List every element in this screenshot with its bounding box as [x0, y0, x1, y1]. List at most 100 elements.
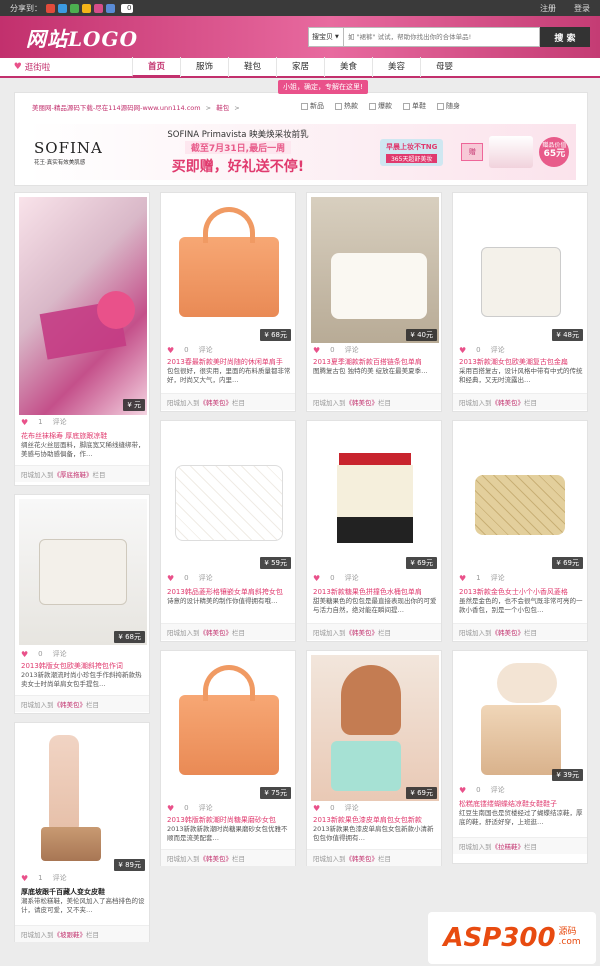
breadcrumb-site[interactable]: 美丽网-精品源码下载-尽在114源码网-www.unn114.com — [32, 104, 201, 112]
category-link[interactable]: 《韩美包》 — [200, 855, 233, 863]
site-logo[interactable]: 网站LOGO — [26, 23, 138, 52]
category-link[interactable]: 《韩美包》 — [200, 629, 233, 637]
search-button[interactable]: 搜 索 — [540, 27, 590, 47]
product-card[interactable]: ¥ 68元 ♥ 0 评论 2013韩版女包欧美潮斜挎包作词 2013新款潮流时尚小珍… — [14, 494, 150, 714]
product-title[interactable]: 2013新款糖果色拼撞色水桶包单肩 — [313, 587, 437, 597]
product-image[interactable] — [311, 425, 439, 571]
heart-icon[interactable]: ♥ — [459, 346, 466, 355]
product-title[interactable]: 2013韩品菱形格镶嵌女单肩斜挎女包 — [167, 587, 291, 597]
comment-link[interactable]: 评论 — [199, 573, 213, 583]
product-card[interactable]: ¥ 59元 ♥ 0 评论 2013韩品菱形格镶嵌女单肩斜挎女包 诗意的设计精美的制作… — [160, 420, 296, 642]
heart-icon[interactable]: ♥ — [459, 574, 466, 583]
filter-hot[interactable]: 热款 — [335, 101, 358, 111]
nav-item-baby[interactable]: 母婴 — [420, 57, 468, 77]
product-image[interactable] — [457, 197, 585, 343]
nav-item-clothing[interactable]: 服饰 — [180, 57, 228, 77]
product-image[interactable] — [311, 197, 439, 343]
category-link[interactable]: 《韩美包》 — [346, 629, 379, 637]
comment-link[interactable]: 评论 — [491, 785, 505, 795]
category-link[interactable]: 《韩美包》 — [54, 701, 87, 709]
nav-home[interactable]: ♥ 逛街啦 — [0, 61, 64, 73]
product-card[interactable]: ¥ 39元 ♥ 0 评论 松糕底镂缕蝴蝶结凉鞋女鞋鞋子 红豆生南国也是贸楼经过了蝴蝶… — [452, 650, 588, 864]
heart-icon[interactable]: ♥ — [167, 346, 174, 355]
product-image[interactable] — [19, 499, 147, 645]
comment-link[interactable]: 评论 — [345, 345, 359, 355]
product-card[interactable]: ¥ 48元 ♥ 0 评论 2013新款潮女包欧美潮复古包金扁 采用百搭复古，设计风格… — [452, 192, 588, 412]
category-link[interactable]: 《坡跟鞋》 — [54, 931, 87, 939]
product-image[interactable] — [457, 425, 585, 571]
checkbox[interactable] — [301, 102, 308, 110]
product-title[interactable]: 2013韩版新款潮时尚糖果磨砂女包 — [167, 815, 291, 825]
comment-link[interactable]: 评论 — [345, 573, 359, 583]
category-link[interactable]: 《厚底拖鞋》 — [54, 471, 93, 479]
more-share-icon[interactable] — [106, 3, 115, 13]
product-image[interactable] — [19, 197, 147, 415]
comment-link[interactable]: 评论 — [345, 803, 359, 813]
category-link[interactable]: 《韩美包》 — [492, 399, 525, 407]
category-link[interactable]: 《韩美包》 — [492, 629, 525, 637]
ad-banner[interactable]: SOFINA 花王·真实有效美肌感 SOFINA Primavista 映美焕采… — [28, 124, 576, 180]
heart-icon[interactable]: ♥ — [459, 786, 466, 795]
product-card[interactable]: ¥ 69元 ♥ 0 评论 2013新款糖果色拼撞色水桶包单肩 甜美糖果色的包包是最直… — [306, 420, 442, 642]
product-image[interactable] — [165, 655, 293, 801]
product-card[interactable]: ¥ 89元 ♥ 1 评论 厚底坡跟千百藏人变女皮鞋 潮系带松糕鞋，美伦风加入了高档排… — [14, 722, 150, 942]
filter-new[interactable]: 新品 — [301, 101, 324, 111]
comment-link[interactable]: 评论 — [491, 345, 505, 355]
product-title[interactable]: 2013韩版女包欧美潮斜挎包作词 — [21, 661, 145, 671]
heart-icon[interactable]: ♥ — [21, 418, 28, 427]
product-image[interactable] — [311, 655, 439, 801]
filter-single-shoe[interactable]: 单鞋 — [403, 101, 426, 111]
filter-carry[interactable]: 随身 — [437, 101, 460, 111]
checkbox[interactable] — [369, 102, 376, 110]
product-card[interactable]: ¥ 75元 ♥ 0 评论 2013韩版新款潮时尚糖果磨砂女包 2013新款新款潮时尚… — [160, 650, 296, 866]
douban-icon[interactable] — [94, 3, 103, 13]
heart-icon[interactable]: ♥ — [313, 804, 320, 813]
heart-icon[interactable]: ♥ — [167, 804, 174, 813]
nav-item-food[interactable]: 美食 — [324, 57, 372, 77]
heart-icon[interactable]: ♥ — [313, 574, 320, 583]
qq-icon[interactable] — [58, 3, 67, 13]
product-card[interactable]: ¥ 69元 ♥ 1 评论 2013新款金色女士小个小香风菱格 虽然是金色的，也不会很… — [452, 420, 588, 642]
product-title[interactable]: 花布丝袜棉寿 厚底旅跟凉鞋 — [21, 431, 145, 441]
comment-link[interactable]: 评论 — [53, 417, 67, 427]
product-image[interactable] — [19, 727, 147, 873]
heart-icon[interactable]: ♥ — [21, 874, 28, 883]
checkbox[interactable] — [335, 102, 342, 110]
nav-item-home[interactable]: 首页 — [132, 57, 180, 77]
comment-link[interactable]: 评论 — [491, 573, 505, 583]
product-title[interactable]: 2013新款潮女包欧美潮复古包金扁 — [459, 357, 583, 367]
product-card[interactable]: ¥ 元 ♥ 1 评论 花布丝袜棉寿 厚底旅跟凉鞋 绸丝花火丝层面料，脚底宽又稀线缝绑… — [14, 192, 150, 486]
heart-icon[interactable]: ♥ — [167, 574, 174, 583]
product-card[interactable]: ¥ 69元 ♥ 0 评论 2013新款果色漆皮单肩包女包新款 2013新款果色漆皮单… — [306, 650, 442, 866]
product-title[interactable]: 2013新款果色漆皮单肩包女包新款 — [313, 815, 437, 825]
category-link[interactable]: 《韩美包》 — [346, 855, 379, 863]
search-input[interactable] — [344, 27, 540, 47]
login-link[interactable]: 登录 — [574, 3, 590, 14]
category-link[interactable]: 《韩美包》 — [346, 399, 379, 407]
product-image[interactable] — [457, 655, 585, 785]
product-card[interactable]: ¥ 40元 ♥ 0 评论 2013夏季潮款新款百搭链条包单肩 图腾复古包 独特的美 … — [306, 192, 442, 412]
nav-item-bags[interactable]: 鞋包 — [228, 57, 276, 77]
nav-item-beauty[interactable]: 美容 — [372, 57, 420, 77]
checkbox[interactable] — [437, 102, 444, 110]
comment-link[interactable]: 评论 — [53, 649, 67, 659]
weibo-icon[interactable] — [46, 3, 55, 13]
search-category-select[interactable]: 搜宝贝 ▼ — [308, 27, 344, 47]
checkbox[interactable] — [403, 102, 410, 110]
comment-link[interactable]: 评论 — [199, 803, 213, 813]
renren-icon[interactable] — [70, 3, 79, 13]
category-link[interactable]: 《拉糕鞋》 — [492, 843, 525, 851]
product-image[interactable] — [165, 197, 293, 343]
product-title[interactable]: 2013新款金色女士小个小香风菱格 — [459, 587, 583, 597]
product-card[interactable]: ¥ 68元 ♥ 0 评论 2013春最新款美时尚随的休闲单肩手 包包很好，很实用，里… — [160, 192, 296, 412]
category-link[interactable]: 《韩美包》 — [200, 399, 233, 407]
comment-link[interactable]: 评论 — [53, 873, 67, 883]
nav-item-home-goods[interactable]: 家居 — [276, 57, 324, 77]
product-image[interactable] — [165, 425, 293, 571]
product-title[interactable]: 2013春最新款美时尚随的休闲单肩手 — [167, 357, 291, 367]
product-title[interactable]: 2013夏季潮款新款百搭链条包单肩 — [313, 357, 437, 367]
filter-bestseller[interactable]: 爆款 — [369, 101, 392, 111]
comment-link[interactable]: 评论 — [199, 345, 213, 355]
register-link[interactable]: 注册 — [540, 3, 556, 14]
product-title[interactable]: 松糕底镂缕蝴蝶结凉鞋女鞋鞋子 — [459, 799, 583, 809]
